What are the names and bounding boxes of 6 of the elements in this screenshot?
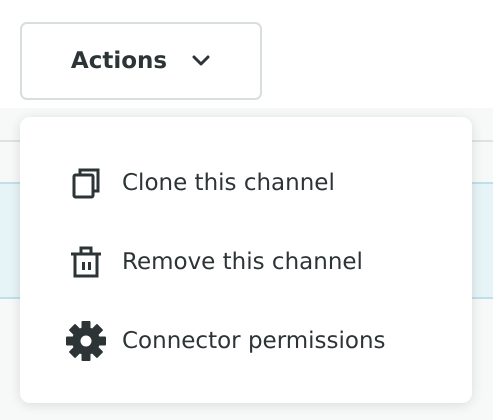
- menu-item[interactable]: Remove this channel: [66, 240, 472, 284]
- gear-icon: [66, 321, 106, 361]
- actions-button[interactable]: Actions: [20, 22, 262, 100]
- caret-icon: [191, 55, 212, 67]
- menu-item[interactable]: Connector permissions: [66, 319, 472, 363]
- menu-item[interactable]: Clone this channel: [66, 161, 472, 205]
